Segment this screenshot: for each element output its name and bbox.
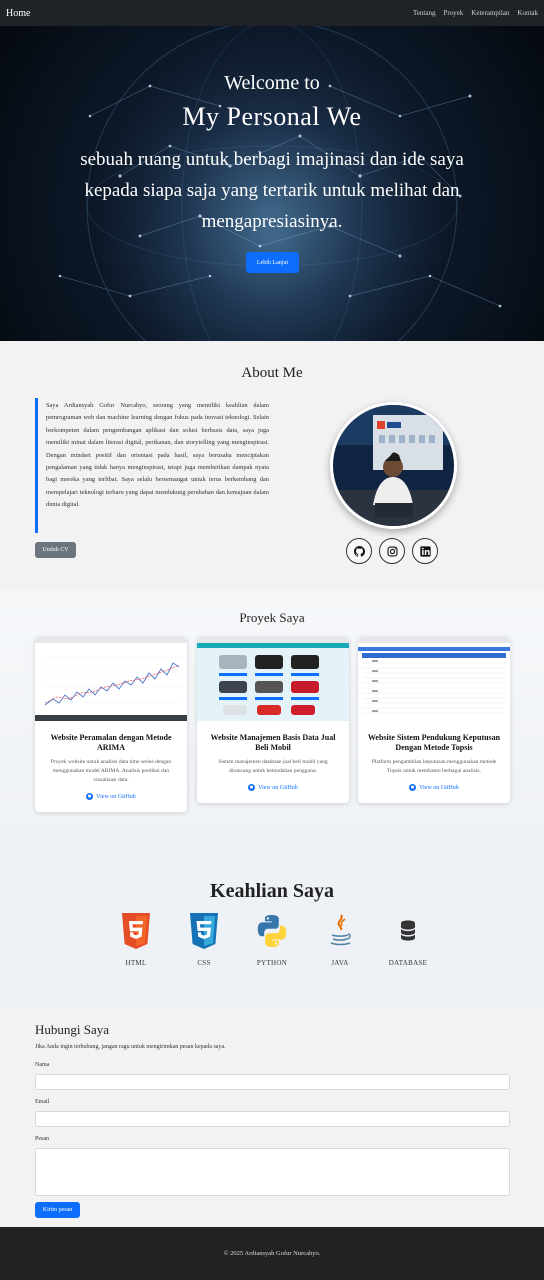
skill-database: DATABASE	[378, 913, 438, 967]
nav-link-kontak[interactable]: Kontak	[517, 9, 538, 17]
skill-html: HTML	[106, 913, 166, 967]
nav-link-tentang[interactable]: Tentang	[413, 9, 435, 17]
hero-title: My Personal We	[182, 102, 362, 131]
view-on-github-link[interactable]: View on GitHub	[197, 776, 349, 803]
python-icon	[257, 915, 287, 947]
footer: © 2025 Ardiansyah Gofur Nurcahyo.	[0, 1227, 544, 1280]
about-section: About Me Saya Ardiansyah Gofur Nurcahyo,…	[0, 341, 544, 591]
project-title: Website Sistem Pendukung Keputusan Denga…	[367, 733, 501, 752]
nav-link-keterampilan[interactable]: Keterampilan	[471, 9, 509, 17]
skill-label: PYTHON	[256, 959, 288, 967]
view-on-github-label: View on GitHub	[96, 793, 136, 800]
project-title: Website Peramalan dengan Metode ARIMA	[50, 733, 172, 752]
project-desc: Platform pengambilan keputusan menggunak…	[371, 759, 497, 774]
skills-section: Keahlian Saya HTML CSS PYTHON JAVA DATAB…	[0, 847, 544, 1007]
learn-more-button[interactable]: Lebih Lanjut	[246, 252, 299, 273]
hero-text: Welcome to My Personal We sebuah ruang u…	[0, 26, 544, 341]
instagram-link[interactable]	[379, 538, 405, 564]
skill-label: JAVA	[331, 959, 349, 967]
footer-copyright: © 2025 Ardiansyah Gofur Nurcahyo.	[223, 1250, 321, 1257]
html5-icon	[122, 913, 150, 949]
linkedin-link[interactable]	[412, 538, 438, 564]
message-field[interactable]	[35, 1148, 510, 1196]
projects-section: Proyek Saya Website Peramalan dengan Met…	[0, 591, 544, 847]
profile-photo	[330, 402, 457, 529]
send-message-button[interactable]: Kirim pesan	[35, 1202, 80, 1218]
hero-tagline: sebuah ruang untuk berbagi imajinasi dan…	[80, 149, 464, 232]
download-cv-button[interactable]: Unduh CV	[35, 542, 76, 558]
view-on-github-link[interactable]: View on GitHub	[358, 776, 510, 803]
project-thumbnail-arima	[35, 637, 187, 721]
contact-subtitle: Jika Anda ingin terhubung, jangan ragu u…	[35, 1044, 226, 1050]
project-title: Website Manajemen Basis Data Jual Beli M…	[210, 733, 336, 752]
skill-label: DATABASE	[388, 959, 428, 967]
social-links	[346, 538, 438, 564]
skill-label: CSS	[197, 959, 211, 967]
project-card-arima: Website Peramalan dengan Metode ARIMA Pr…	[35, 637, 187, 812]
email-field[interactable]	[35, 1111, 510, 1127]
contact-title: Hubungi Saya	[35, 1022, 110, 1037]
project-thumbnail-mobil	[197, 637, 349, 721]
hero-welcome: Welcome to	[224, 72, 320, 94]
brand-home-link[interactable]: Home	[6, 8, 30, 19]
navbar: Home Tentang Proyek Keterampilan Kontak	[0, 0, 544, 26]
about-title: About Me	[241, 365, 303, 381]
linkedin-icon	[419, 545, 431, 557]
view-on-github-link[interactable]: View on GitHub	[35, 785, 187, 812]
project-card-topsis: Website Sistem Pendukung Keputusan Denga…	[358, 637, 510, 803]
project-card-mobil: Website Manajemen Basis Data Jual Beli M…	[197, 637, 349, 803]
name-field[interactable]	[35, 1074, 510, 1090]
view-on-github-label: View on GitHub	[419, 784, 459, 791]
project-thumbnail-topsis	[358, 637, 510, 721]
instagram-icon	[386, 545, 398, 557]
hero-section: Welcome to My Personal We sebuah ruang u…	[0, 26, 544, 341]
view-on-github-label: View on GitHub	[258, 784, 298, 791]
github-link[interactable]	[346, 538, 372, 564]
project-desc: Sistem manajemen database jual beli mobi…	[218, 759, 328, 774]
projects-title: Proyek Saya	[239, 610, 305, 625]
nav-links: Tentang Proyek Keterampilan Kontak	[413, 9, 538, 17]
nav-link-proyek[interactable]: Proyek	[443, 9, 463, 17]
message-label: Pesan	[35, 1136, 49, 1142]
database-icon	[401, 920, 415, 941]
email-label: Email	[35, 1099, 50, 1105]
skill-label: HTML	[125, 959, 147, 967]
github-icon	[248, 784, 256, 791]
java-icon	[330, 914, 351, 946]
css3-icon	[190, 913, 218, 949]
project-desc: Proyek website untuk analisis data time …	[50, 759, 172, 783]
name-label: Nama	[35, 1062, 50, 1068]
skills-title: Keahlian Saya	[210, 880, 334, 902]
skill-python: PYTHON	[242, 913, 302, 967]
skill-css: CSS	[174, 913, 234, 967]
contact-section: Hubungi Saya Jika Anda ingin terhubung, …	[0, 1007, 544, 1227]
github-icon	[86, 793, 94, 800]
github-icon	[353, 545, 365, 557]
skill-java: JAVA	[310, 913, 370, 967]
about-bio: Saya Ardiansyah Gofur Nurcahyo, seorang …	[35, 398, 269, 533]
github-icon	[409, 784, 417, 791]
